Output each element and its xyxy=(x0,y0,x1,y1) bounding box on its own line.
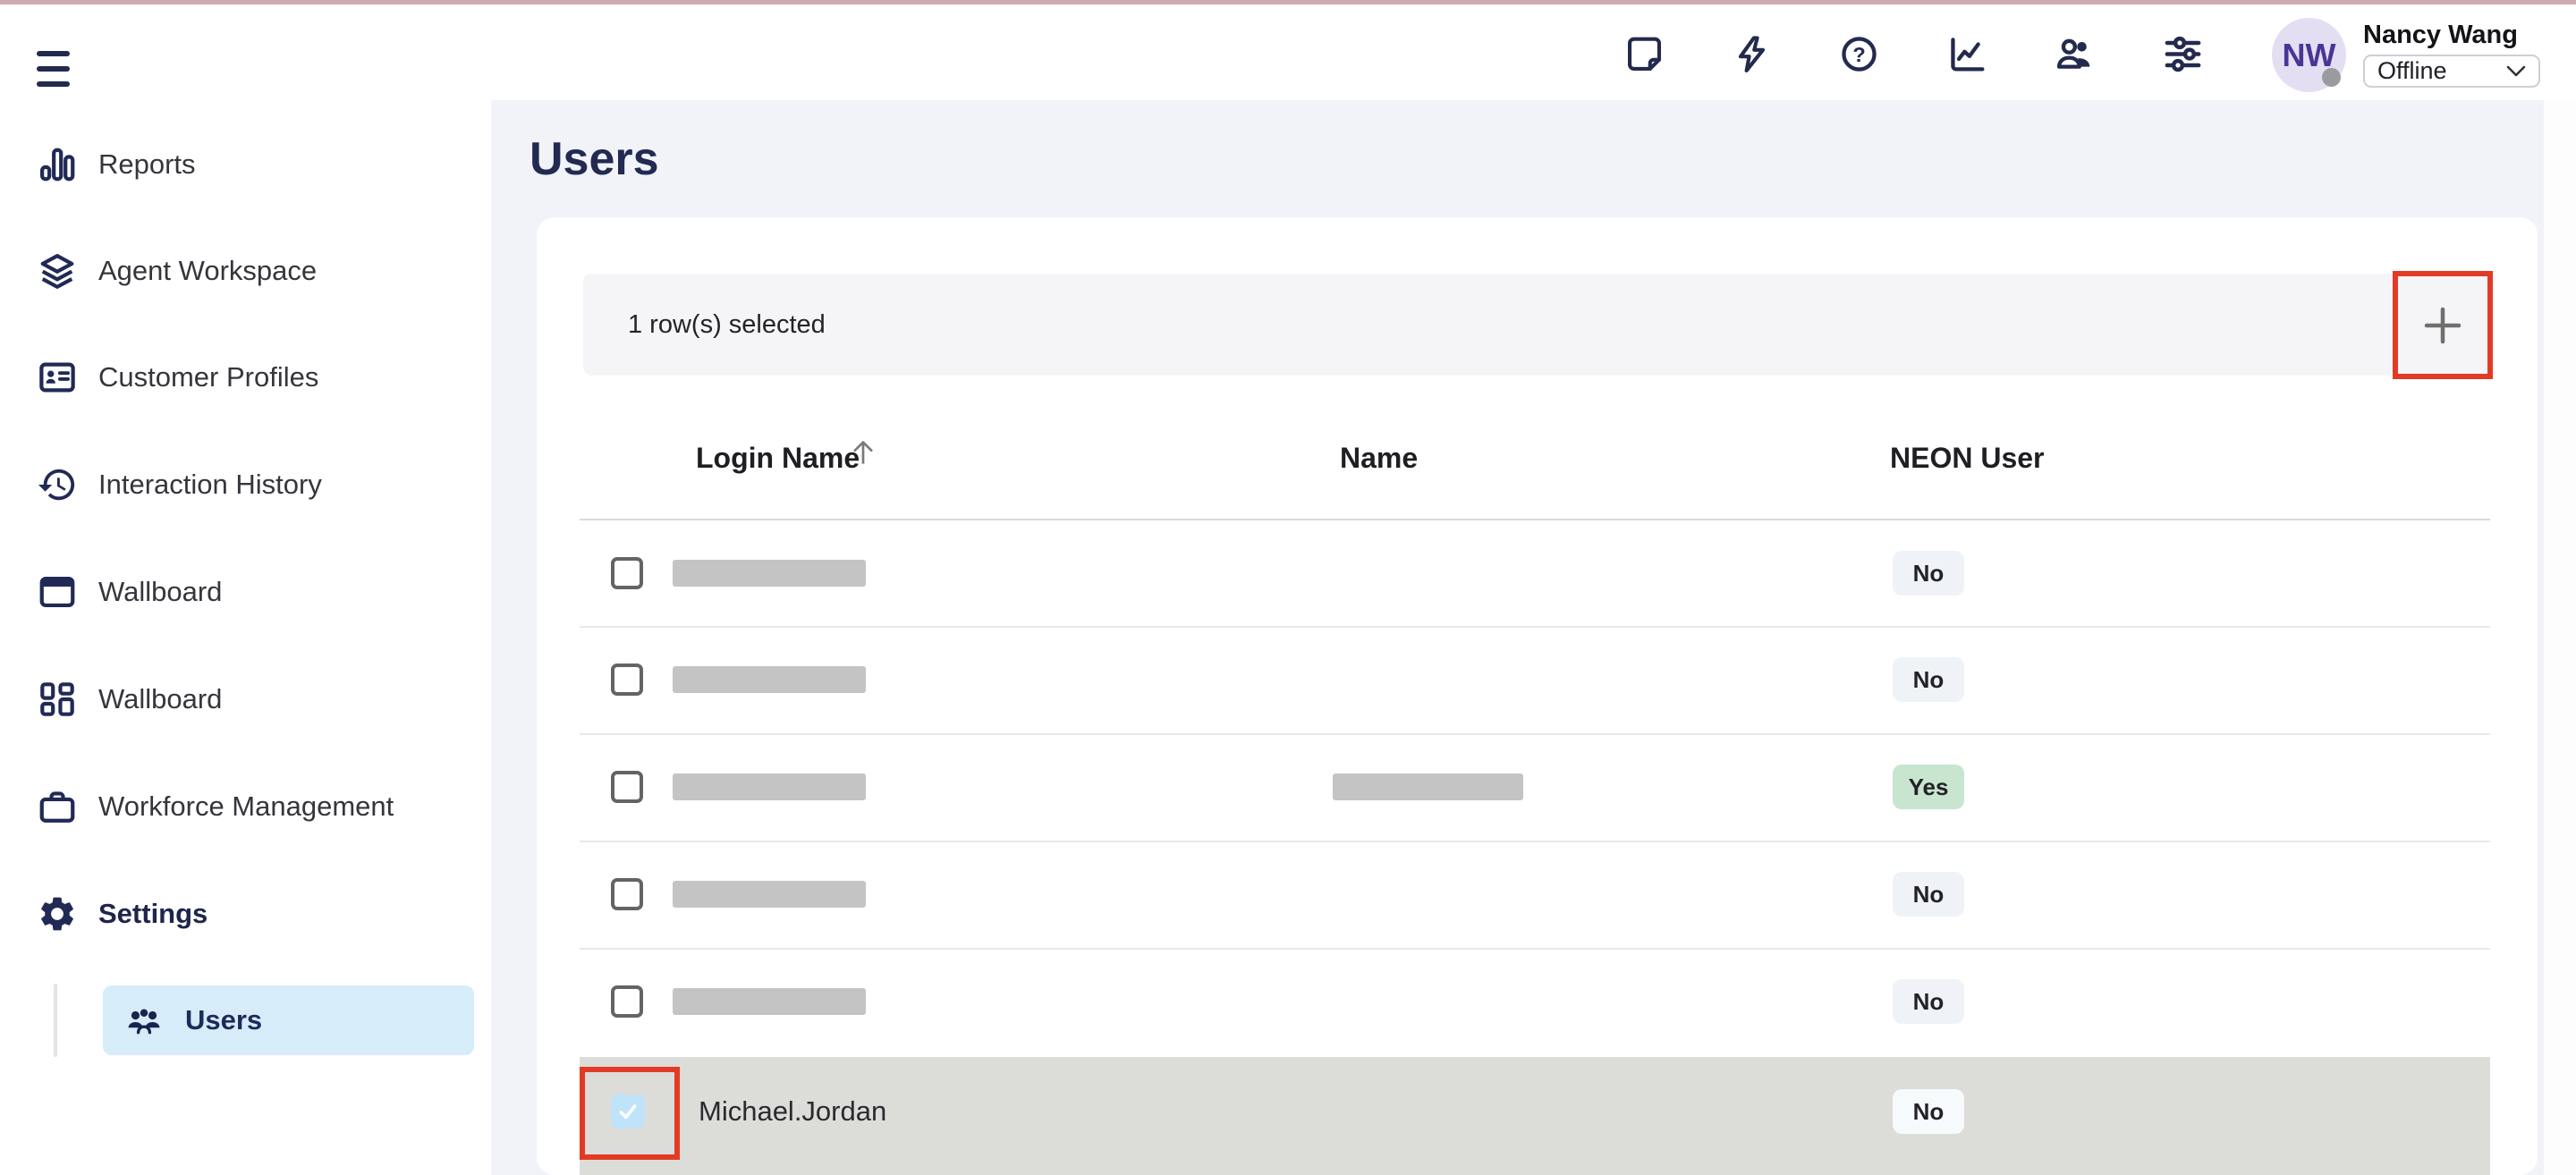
neon-user-badge: No xyxy=(1893,551,1964,596)
sidebar-item-label: Interaction History xyxy=(98,469,322,501)
row-checkbox[interactable] xyxy=(611,1095,645,1129)
redacted-login-name xyxy=(673,773,866,800)
contact-card-icon xyxy=(37,357,78,398)
topbar: ? NW Nancy W xyxy=(0,4,2576,100)
status-select[interactable]: Offline xyxy=(2363,55,2540,88)
contacts-icon[interactable] xyxy=(2053,33,2095,75)
window-icon xyxy=(37,571,78,613)
analytics-icon[interactable] xyxy=(1946,33,1988,75)
sidebar-item-wallboard[interactable]: Wallboard xyxy=(37,564,222,620)
redacted-login-name xyxy=(673,881,866,908)
neon-user-badge: No xyxy=(1893,657,1964,702)
redacted-login-name xyxy=(673,988,866,1015)
sidebar: Reports Agent Workspace Customer Profile… xyxy=(0,100,491,1175)
sidebar-item-wallboard-2[interactable]: Wallboard xyxy=(37,672,222,727)
sidebar-item-interaction-history[interactable]: Interaction History xyxy=(37,457,322,512)
sidebar-item-label: Workforce Management xyxy=(98,790,394,823)
sidebar-item-label: Wallboard xyxy=(98,576,222,608)
sidebar-item-settings[interactable]: Settings xyxy=(37,886,208,942)
plus-icon xyxy=(2423,306,2462,345)
neon-user-badge: No xyxy=(1893,1089,1964,1134)
header-divider xyxy=(580,519,2490,520)
scrollbar-track[interactable] xyxy=(2544,100,2576,1175)
sidebar-item-label: Users xyxy=(185,1004,262,1036)
sidebar-item-label: Settings xyxy=(98,898,208,930)
redacted-login-name xyxy=(673,560,866,587)
sidebar-item-workforce-management[interactable]: Workforce Management xyxy=(37,779,394,834)
sliders-icon[interactable] xyxy=(2162,33,2204,75)
row-divider xyxy=(580,841,2490,842)
neon-user-badge: No xyxy=(1893,979,1964,1024)
sidebar-item-label: Reports xyxy=(98,148,196,181)
status-value: Offline xyxy=(2377,57,2506,85)
sidebar-item-label: Wallboard xyxy=(98,683,222,715)
layers-icon xyxy=(37,250,78,292)
dashboard-grid-icon xyxy=(37,679,78,720)
top-accent-strip xyxy=(0,0,2576,4)
chevron-down-icon xyxy=(2506,65,2526,77)
row-checkbox[interactable] xyxy=(611,771,643,803)
submenu-indent-guide xyxy=(54,984,57,1057)
row-divider xyxy=(580,948,2490,950)
row-checkbox[interactable] xyxy=(611,557,643,589)
column-header-neon-user[interactable]: NEON User xyxy=(1890,442,2045,474)
hamburger-menu-icon[interactable] xyxy=(37,51,70,88)
bar-chart-icon xyxy=(37,144,78,185)
row-checkbox[interactable] xyxy=(611,878,643,910)
sidebar-item-customer-profiles[interactable]: Customer Profiles xyxy=(37,350,318,405)
user-name: Nancy Wang xyxy=(2363,21,2518,50)
notes-icon[interactable] xyxy=(1623,33,1665,75)
column-header-name[interactable]: Name xyxy=(1340,442,1418,474)
selection-count-text: 1 row(s) selected xyxy=(628,274,826,376)
login-name-cell: Michael.Jordan xyxy=(699,1094,886,1129)
redacted-login-name xyxy=(673,666,866,693)
add-user-button[interactable] xyxy=(2393,271,2493,379)
row-checkbox[interactable] xyxy=(611,664,643,696)
neon-user-badge: Yes xyxy=(1893,765,1964,809)
history-icon xyxy=(37,464,78,505)
help-icon[interactable]: ? xyxy=(1838,33,1880,75)
svg-text:?: ? xyxy=(1852,43,1865,66)
check-icon xyxy=(616,1100,640,1123)
sidebar-item-reports[interactable]: Reports xyxy=(37,137,196,192)
sort-ascending-icon[interactable] xyxy=(852,438,875,467)
column-header-login-name[interactable]: Login Name xyxy=(696,442,860,474)
app-window: ? NW Nancy W xyxy=(0,0,2576,1175)
row-divider xyxy=(580,626,2490,628)
row-divider xyxy=(580,733,2490,735)
neon-user-badge: No xyxy=(1893,872,1964,917)
sidebar-item-agent-workspace[interactable]: Agent Workspace xyxy=(37,243,317,299)
briefcase-icon xyxy=(37,786,78,827)
sidebar-item-label: Customer Profiles xyxy=(98,361,318,393)
sidebar-item-label: Agent Workspace xyxy=(98,255,317,287)
gear-icon xyxy=(37,893,78,934)
page-title: Users xyxy=(530,132,659,186)
users-group-icon xyxy=(124,1001,164,1040)
lightning-icon[interactable] xyxy=(1731,33,1773,75)
sidebar-item-users[interactable]: Users xyxy=(103,985,474,1055)
row-checkbox[interactable] xyxy=(611,985,643,1018)
status-dot xyxy=(2322,68,2341,87)
redacted-name xyxy=(1333,773,1523,800)
selection-toolbar xyxy=(583,274,2491,376)
